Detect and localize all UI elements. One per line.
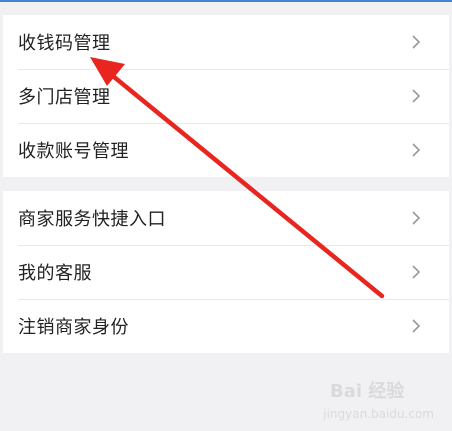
watermark-brand: Bai 经验 [330,381,405,402]
watermark: Bai 经验 jingyan.baidu.com [323,377,434,421]
menu-item-label: 商家服务快捷入口 [18,209,166,230]
chevron-right-icon [412,211,421,225]
menu-item-cancel-merchant-identity[interactable]: 注销商家身份 [3,299,449,353]
menu-item-label: 收钱码管理 [18,33,111,54]
settings-group-1: 收钱码管理 多门店管理 收款账号管理 [3,15,449,177]
chevron-right-icon [412,319,421,333]
watermark-domain: jingyan.baidu.com [323,407,434,421]
menu-item-label: 我的客服 [18,263,92,284]
chevron-right-icon [412,89,421,103]
menu-item-my-customer-service[interactable]: 我的客服 [3,245,449,299]
top-accent-line [0,0,452,2]
menu-item-qr-code-management[interactable]: 收钱码管理 [3,15,449,69]
menu-item-merchant-service-shortcut[interactable]: 商家服务快捷入口 [3,191,449,245]
chevron-right-icon [412,265,421,279]
chevron-right-icon [412,35,421,49]
chevron-right-icon [412,143,421,157]
menu-item-label: 收款账号管理 [18,141,129,162]
menu-item-label: 注销商家身份 [18,317,129,338]
menu-item-multi-store-management[interactable]: 多门店管理 [3,69,449,123]
menu-item-payment-account-management[interactable]: 收款账号管理 [3,123,449,177]
menu-item-label: 多门店管理 [18,87,111,108]
settings-group-2: 商家服务快捷入口 我的客服 注销商家身份 [3,191,449,353]
